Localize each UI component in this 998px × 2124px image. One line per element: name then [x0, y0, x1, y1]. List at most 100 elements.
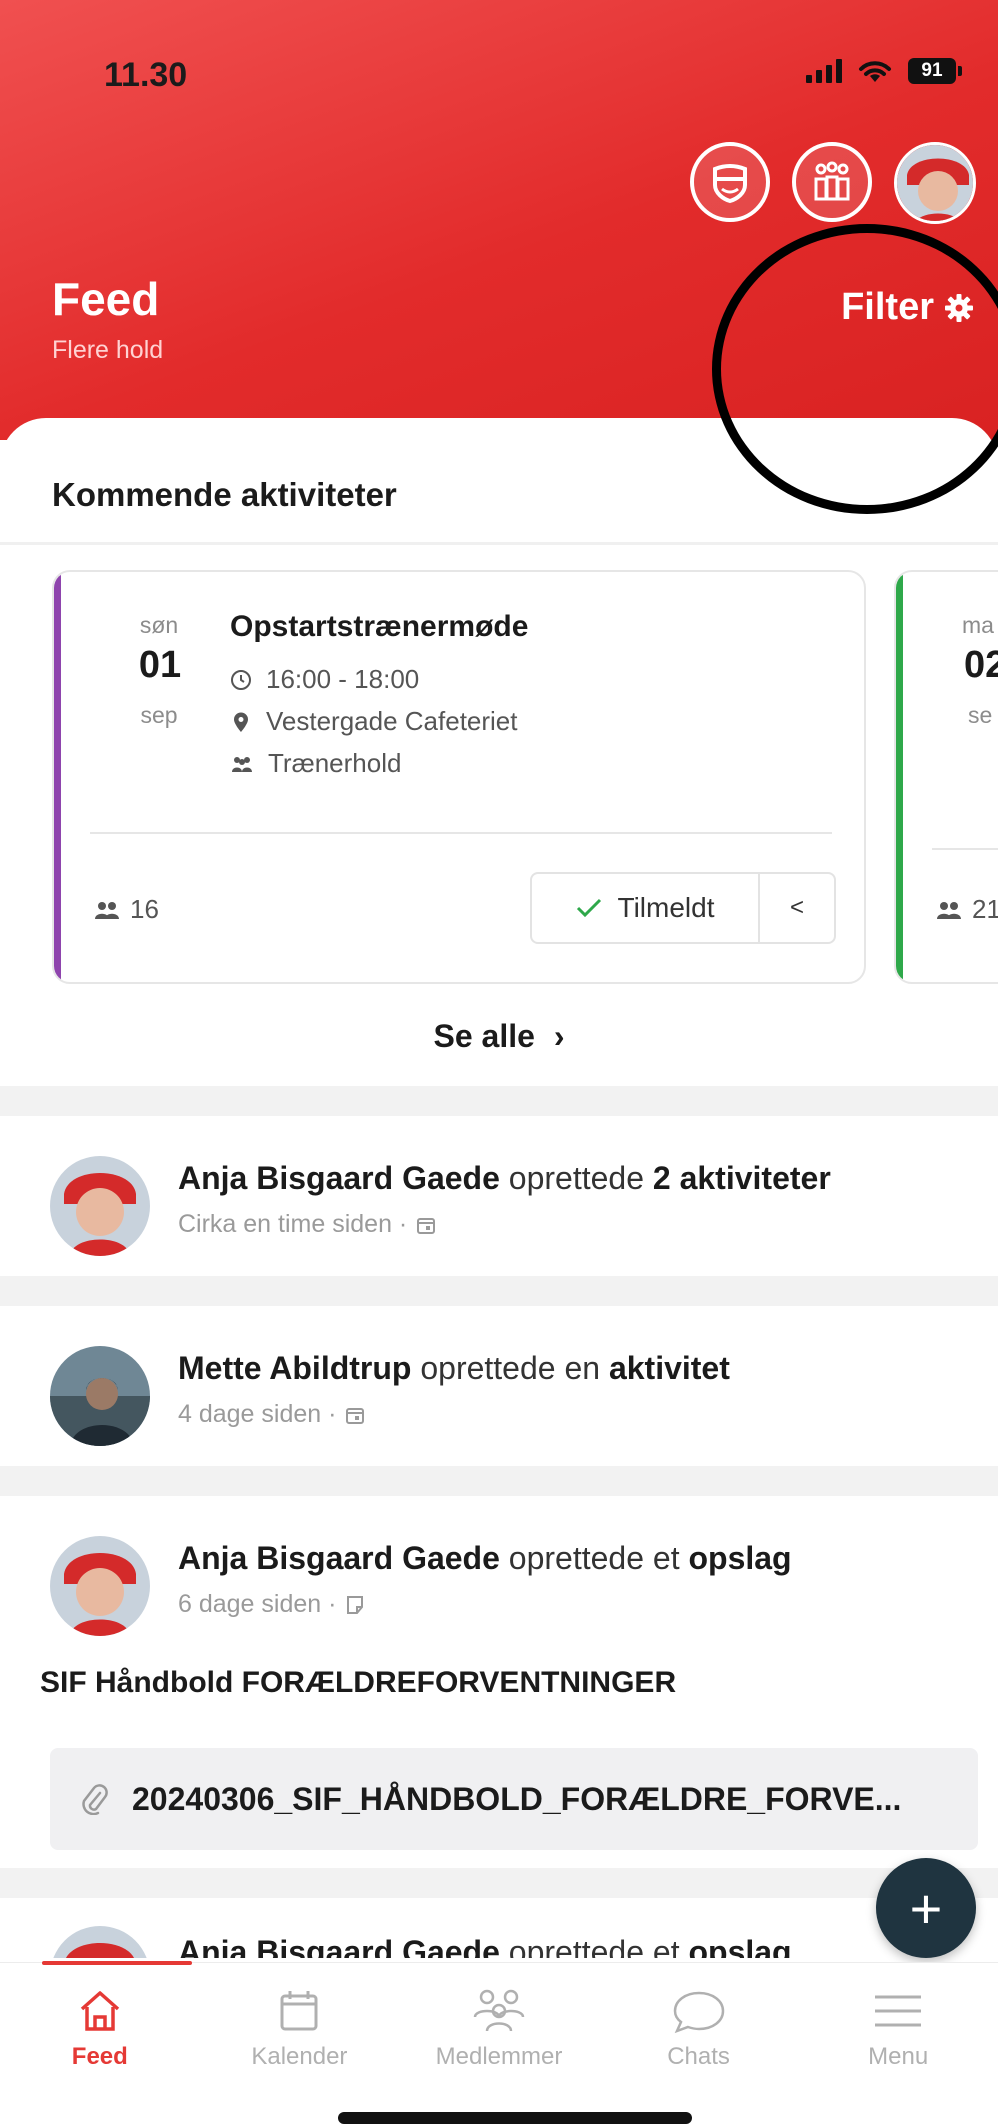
- feed-item-time: Cirka en time siden ·: [178, 1210, 408, 1238]
- feed-object: 2 aktiviteter: [652, 1160, 831, 1196]
- see-all-link[interactable]: Se alle ›: [0, 1018, 998, 1055]
- card-divider: [90, 832, 832, 834]
- card-accent: [54, 572, 61, 982]
- activity-team: Trænerhold: [268, 748, 402, 778]
- teams-icon[interactable]: [792, 142, 872, 222]
- calendar-icon: [280, 1991, 318, 2031]
- author-name[interactable]: Anja Bisgaard Gaede: [178, 1160, 500, 1196]
- feed-item[interactable]: Anja Bisgaard Gaede oprettede 2 aktivite…: [0, 1116, 998, 1276]
- shield-icon: [713, 164, 747, 204]
- activity-weekday: søn: [139, 612, 179, 638]
- group-icon: [814, 161, 850, 201]
- author-avatar[interactable]: [50, 1156, 150, 1256]
- activity-month: sep: [140, 702, 178, 728]
- people-icon: [937, 901, 961, 919]
- feed-item-meta: 6 dage siden ·: [178, 1590, 366, 1619]
- participant-count-value: 21: [972, 894, 998, 924]
- participant-count: 21: [936, 894, 998, 925]
- card-divider: [932, 848, 998, 850]
- status-icons: 91: [806, 58, 962, 84]
- author-name[interactable]: Mette Abildtrup: [178, 1350, 411, 1386]
- home-icon: [80, 1991, 119, 2031]
- home-indicator: [338, 2112, 692, 2124]
- activity-weekday: ma: [962, 612, 994, 638]
- registration-status[interactable]: Tilmeldt: [532, 874, 760, 942]
- activity-location: Vestergade Cafeteriet: [266, 706, 518, 736]
- paperclip-icon: [82, 1784, 108, 1815]
- signal-icon: [806, 59, 842, 83]
- header-actions: [690, 142, 976, 224]
- profile-avatar[interactable]: [894, 142, 976, 224]
- feed-item[interactable]: Anja Bisgaard Gaede oprettede et opslag: [0, 1898, 998, 1958]
- activity-title: Opstartstrænermøde: [230, 610, 529, 643]
- author-name[interactable]: Anja Bisgaard Gaede: [178, 1540, 500, 1576]
- author-avatar[interactable]: [50, 1346, 150, 1446]
- author-name[interactable]: Anja Bisgaard Gaede: [178, 1934, 500, 1958]
- registration-label: Tilmeldt: [617, 892, 715, 923]
- tab-kalender[interactable]: Kalender: [200, 1963, 400, 2124]
- divider: [0, 542, 998, 545]
- tab-label: Feed: [71, 2043, 128, 2070]
- section-title: Kommende aktiviteter: [52, 476, 397, 513]
- activity-time-row: 16:00 - 18:00: [230, 664, 419, 695]
- see-all-label: Se alle: [433, 1018, 535, 1054]
- activity-team-row: Trænerhold: [230, 748, 401, 779]
- people-icon: [95, 901, 119, 919]
- tab-label: Kalender: [251, 2043, 348, 2070]
- feed-item-text: Anja Bisgaard Gaede oprettede et opslag: [178, 1540, 792, 1576]
- club-badge-icon[interactable]: [690, 142, 770, 222]
- active-tab-indicator: [42, 1961, 192, 1965]
- activity-location-row: Vestergade Cafeteriet: [230, 706, 518, 737]
- members-icon: [473, 1989, 525, 2032]
- feed-item-time: 6 dage siden ·: [178, 1590, 337, 1618]
- feed-item[interactable]: Anja Bisgaard Gaede oprettede et opslag …: [0, 1496, 998, 1868]
- attachment[interactable]: 20240306_SIF_HÅNDBOLD_FORÆLDRE_FORVE...: [50, 1748, 978, 1850]
- feed-item-meta: Cirka en time siden ·: [178, 1210, 437, 1239]
- card-accent: [896, 572, 903, 982]
- section-gap: [0, 1276, 998, 1306]
- chat-icon: [673, 1991, 724, 2034]
- battery-level: 91: [908, 58, 956, 84]
- feed-item-text: Anja Bisgaard Gaede oprettede et opslag: [178, 1934, 792, 1958]
- activity-day: 02: [964, 644, 998, 686]
- tab-label: Chats: [667, 2043, 730, 2070]
- battery-icon: 91: [908, 58, 962, 84]
- check-icon: [576, 898, 601, 918]
- page-title: Feed: [52, 273, 160, 325]
- section-gap: [0, 1086, 998, 1116]
- tab-menu[interactable]: Menu: [798, 1963, 998, 2124]
- tab-label: Menu: [868, 2043, 929, 2070]
- feed-item-meta: 4 dage siden ·: [178, 1400, 366, 1429]
- menu-icon: [875, 1995, 922, 2027]
- activity-time: 16:00 - 18:00: [266, 664, 420, 694]
- tab-label: Medlemmer: [435, 2043, 563, 2070]
- activity-card[interactable]: ma 02 se 21: [894, 570, 998, 984]
- author-avatar[interactable]: [50, 1926, 150, 1958]
- activity-card[interactable]: søn 01 sep Opstartstrænermøde 16:00 - 18…: [52, 570, 866, 984]
- page-subtitle[interactable]: Flere hold: [52, 336, 163, 365]
- participant-count: 16: [94, 894, 159, 925]
- activity-month: se: [968, 702, 993, 728]
- author-avatar[interactable]: [50, 1536, 150, 1636]
- add-button[interactable]: +: [876, 1858, 976, 1958]
- attachment-name: 20240306_SIF_HÅNDBOLD_FORÆLDRE_FORVE...: [132, 1780, 902, 1817]
- section-gap: [0, 1466, 998, 1496]
- section-gap: [0, 1868, 998, 1898]
- tab-bar: Feed Kalender Medlemmer Chats Menu: [0, 1961, 998, 2124]
- post-body: SIF Håndbold FORÆLDREFORVENTNINGER: [40, 1666, 677, 1699]
- registration-toggle[interactable]: <: [760, 874, 834, 942]
- tab-medlemmer[interactable]: Medlemmer: [399, 1963, 599, 2124]
- registration-button[interactable]: Tilmeldt <: [530, 872, 836, 944]
- calendar-icon: [346, 1407, 365, 1424]
- wifi-icon: [859, 61, 891, 82]
- tab-chats[interactable]: Chats: [599, 1963, 799, 2124]
- feed-item[interactable]: Mette Abildtrup oprettede en aktivitet 4…: [0, 1306, 998, 1466]
- tab-feed[interactable]: Feed: [0, 1963, 200, 2124]
- feed-item-text: Anja Bisgaard Gaede oprettede 2 aktivite…: [178, 1160, 831, 1196]
- feed-object: aktivitet: [608, 1350, 730, 1386]
- feed-object: opslag: [688, 1934, 792, 1958]
- note-icon: [347, 1595, 364, 1614]
- location-pin-icon: [234, 712, 248, 732]
- clock-icon: [231, 669, 251, 690]
- feed-item-time: 4 dage siden ·: [178, 1400, 337, 1428]
